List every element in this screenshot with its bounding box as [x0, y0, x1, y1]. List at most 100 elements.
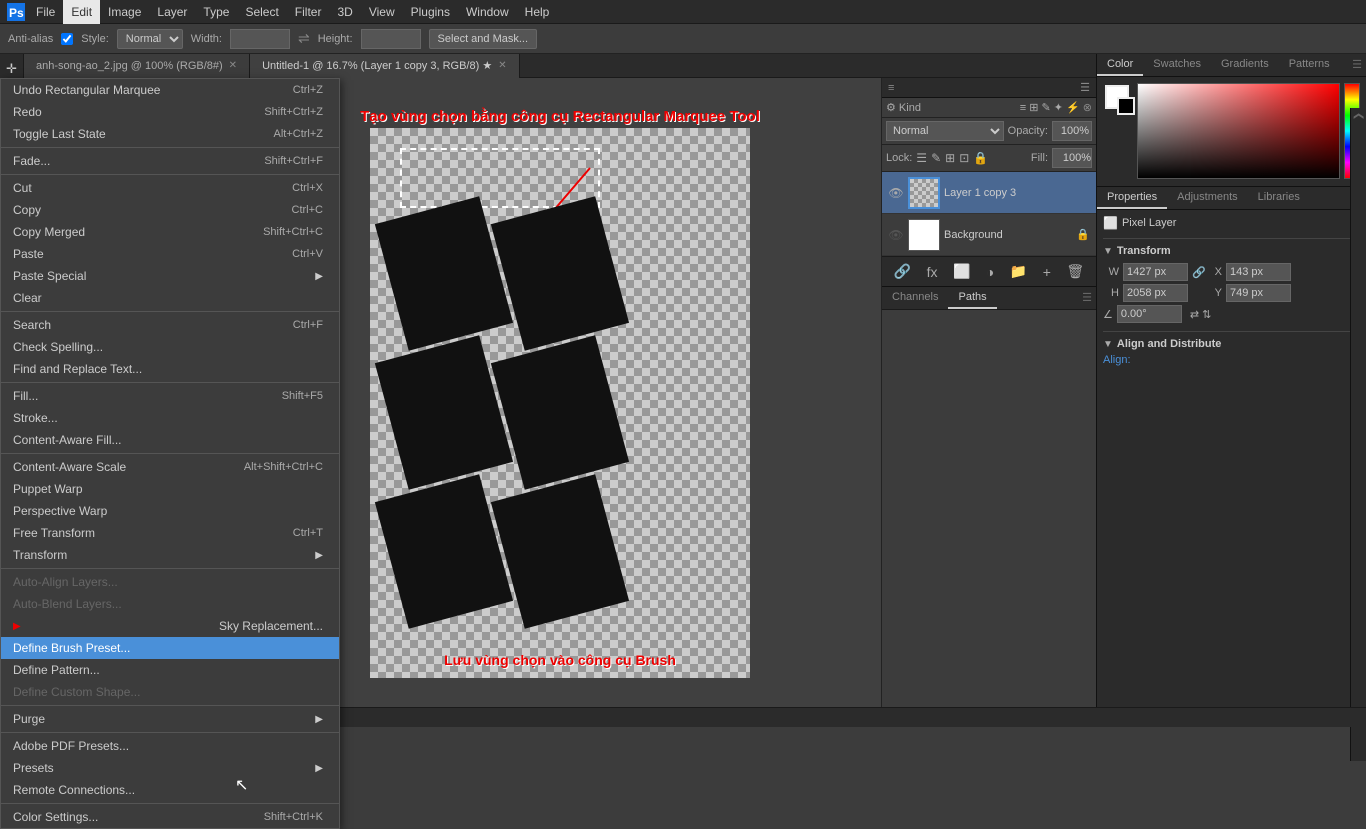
tab-gradients[interactable]: Gradients — [1211, 54, 1279, 76]
menu-puppet-warp[interactable]: Puppet Warp — [1, 478, 339, 500]
width-input[interactable] — [230, 29, 290, 49]
layer-item-1[interactable]: 👁 Layer 1 copy 3 — [882, 172, 1096, 214]
menu-file[interactable]: File — [28, 0, 63, 24]
canvas-surface[interactable]: Lưu vùng chọn vào công cụ Brush — [370, 128, 750, 678]
menu-redo[interactable]: Redo Shift+Ctrl+Z — [1, 101, 339, 123]
move-tool[interactable]: ✛ — [1, 58, 23, 80]
tab-properties[interactable]: Properties — [1097, 187, 1167, 209]
menu-adobe-pdf-presets[interactable]: Adobe PDF Presets... — [1, 735, 339, 757]
menu-perspective-warp[interactable]: Perspective Warp — [1, 500, 339, 522]
height-input[interactable] — [361, 29, 421, 49]
layer-eye-1[interactable]: 👁 — [888, 186, 904, 200]
layers-panel-menu-icon[interactable]: ⊗ — [1083, 101, 1092, 114]
menu-define-custom-shape[interactable]: Define Custom Shape... — [1, 681, 339, 703]
menu-presets[interactable]: Presets ▶ — [1, 757, 339, 779]
color-panel-menu[interactable]: ☰ — [1348, 54, 1366, 76]
tab-libraries[interactable]: Libraries — [1248, 187, 1310, 209]
menu-auto-align[interactable]: Auto-Align Layers... — [1, 571, 339, 593]
menu-layer[interactable]: Layer — [149, 0, 195, 24]
tab-color[interactable]: Color — [1097, 54, 1143, 76]
layer-link-btn[interactable]: 🔗 — [890, 261, 915, 282]
menu-help[interactable]: Help — [517, 0, 558, 24]
menu-define-brush-preset[interactable]: Define Brush Preset... — [1, 637, 339, 659]
w-label: W — [1103, 266, 1119, 278]
menu-find-replace[interactable]: Find and Replace Text... — [1, 358, 339, 380]
menu-free-transform[interactable]: Free Transform Ctrl+T — [1, 522, 339, 544]
close-tab-1[interactable]: ✕ — [229, 60, 237, 71]
tab-channels[interactable]: Channels — [882, 287, 948, 309]
menu-3d[interactable]: 3D — [329, 0, 360, 24]
menu-copy[interactable]: Copy Ctrl+C — [1, 199, 339, 221]
tab-anh-song-ao[interactable]: anh-song-ao_2.jpg @ 100% (RGB/8#) ✕ — [24, 54, 250, 78]
h-input[interactable] — [1123, 284, 1188, 302]
menu-stroke[interactable]: Stroke... — [1, 407, 339, 429]
layer-new-btn[interactable]: + — [1039, 262, 1055, 282]
layer-delete-btn[interactable]: 🗑 — [1062, 261, 1088, 282]
opacity-input[interactable] — [1052, 121, 1092, 141]
close-tab-2[interactable]: ✕ — [498, 60, 506, 71]
layer-mode-select[interactable]: Normal — [886, 121, 1004, 141]
layer-mask-btn[interactable]: ⬜ — [949, 261, 974, 282]
antialias-checkbox[interactable] — [61, 33, 73, 45]
menu-check-spelling[interactable]: Check Spelling... — [1, 336, 339, 358]
menu-toggle-last-state[interactable]: Toggle Last State Alt+Ctrl+Z — [1, 123, 339, 145]
menu-define-pattern[interactable]: Define Pattern... — [1, 659, 339, 681]
menu-clear[interactable]: Clear — [1, 287, 339, 309]
select-and-mask-btn[interactable]: Select and Mask... — [429, 29, 538, 49]
properties-tabs: Properties Adjustments Libraries ☰ — [1097, 187, 1366, 210]
style-select[interactable]: Normal — [117, 29, 183, 49]
menu-content-aware-fill[interactable]: Content-Aware Fill... — [1, 429, 339, 451]
w-input[interactable] — [1123, 263, 1188, 281]
menu-fill[interactable]: Fill... Shift+F5 — [1, 385, 339, 407]
lock-transparency-icon[interactable]: 🔒 — [973, 151, 988, 165]
menu-copy-merged[interactable]: Copy Merged Shift+Ctrl+C — [1, 221, 339, 243]
tab-adjustments[interactable]: Adjustments — [1167, 187, 1248, 209]
tab-untitled-1[interactable]: Untitled-1 @ 16.7% (Layer 1 copy 3, RGB/… — [250, 54, 520, 78]
menu-select[interactable]: Select — [237, 0, 286, 24]
width-label: Width: — [191, 33, 222, 45]
menu-fade[interactable]: Fade... Shift+Ctrl+F — [1, 150, 339, 172]
right-panel: Color Swatches Gradients Patterns ☰ Prop… — [1096, 54, 1366, 727]
menu-sky-replacement[interactable]: ▶ Sky Replacement... — [1, 615, 339, 637]
menu-paste-special[interactable]: Paste Special ▶ — [1, 265, 339, 287]
lock-image-icon[interactable]: ✎ — [931, 151, 941, 165]
menu-filter[interactable]: Filter — [287, 0, 330, 24]
bottom-panel-menu-icon[interactable]: ☰ — [1078, 287, 1096, 309]
fill-input[interactable] — [1052, 148, 1092, 168]
menu-paste[interactable]: Paste Ctrl+V — [1, 243, 339, 265]
menu-window[interactable]: Window — [458, 0, 517, 24]
lock-all-icon[interactable]: ⊞ — [945, 151, 955, 165]
menu-auto-blend[interactable]: Auto-Blend Layers... — [1, 593, 339, 615]
menu-transform[interactable]: Transform ▶ — [1, 544, 339, 566]
flip-icons[interactable]: ⇄ ⇅ — [1190, 308, 1212, 321]
menu-plugins[interactable]: Plugins — [403, 0, 458, 24]
lock-artboard-icon[interactable]: ⊡ — [959, 151, 969, 165]
color-gradient-picker[interactable] — [1137, 83, 1340, 179]
layer-eye-2[interactable]: 👁 — [888, 228, 904, 242]
menu-type[interactable]: Type — [195, 0, 237, 24]
angle-input[interactable] — [1117, 305, 1182, 323]
menu-cut[interactable]: Cut Ctrl+X — [1, 177, 339, 199]
layer-item-2[interactable]: 👁 Background 🔒 — [882, 214, 1096, 256]
collapse-right-btn[interactable]: ❮ — [1353, 112, 1364, 120]
y-input[interactable] — [1226, 284, 1291, 302]
menu-remote-connections[interactable]: Remote Connections... — [1, 779, 339, 801]
tab-paths[interactable]: Paths — [948, 287, 996, 309]
layer-group-btn[interactable]: 📁 — [1006, 261, 1031, 282]
layer-adjustment-btn[interactable]: ◑ — [982, 262, 998, 282]
x-input[interactable] — [1226, 263, 1291, 281]
menu-color-settings[interactable]: Color Settings... Shift+Ctrl+K — [1, 806, 339, 828]
menu-edit[interactable]: Edit — [63, 0, 100, 24]
lock-position-icon[interactable]: ☰ — [916, 151, 927, 165]
menu-view[interactable]: View — [361, 0, 403, 24]
layer-fx-btn[interactable]: fx — [923, 262, 942, 282]
color-swatches-fg-bg[interactable] — [1105, 85, 1129, 109]
tab-swatches[interactable]: Swatches — [1143, 54, 1211, 76]
menu-search[interactable]: Search Ctrl+F — [1, 314, 339, 336]
link-proportions-icon[interactable]: 🔗 — [1192, 266, 1202, 279]
swap-dimensions-icon[interactable]: ⇌ — [298, 30, 310, 47]
menu-content-aware-scale[interactable]: Content-Aware Scale Alt+Shift+Ctrl+C — [1, 456, 339, 478]
tab-patterns[interactable]: Patterns — [1279, 54, 1340, 76]
menu-undo[interactable]: Undo Rectangular Marquee Ctrl+Z — [1, 79, 339, 101]
menu-image[interactable]: Image — [100, 0, 149, 24]
